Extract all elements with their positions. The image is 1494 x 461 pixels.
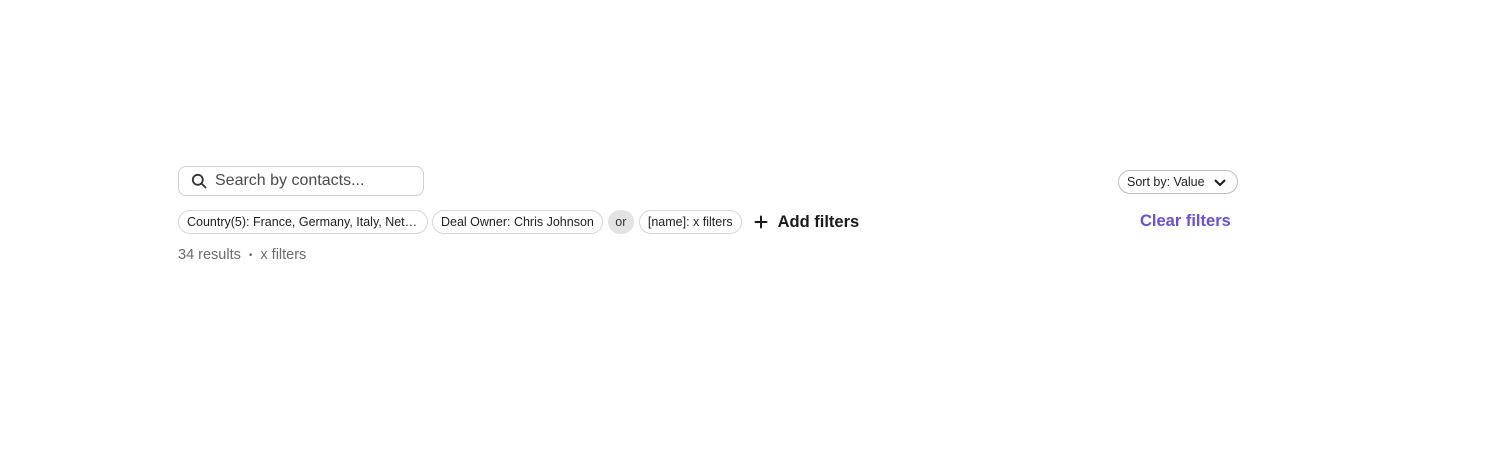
filter-chip-name[interactable]: [name]: x filters (638, 210, 742, 234)
filter-chip-label: Country(5): France, Germany, Italy, Neth… (187, 215, 419, 229)
sort-dropdown[interactable]: Sort by: Value (1118, 170, 1238, 194)
chevron-down-icon (1213, 176, 1227, 190)
filter-chip-deal-owner[interactable]: Deal Owner: Chris Johnson (432, 210, 603, 234)
filter-chip-country[interactable]: Country(5): France, Germany, Italy, Neth… (178, 210, 428, 234)
search-field[interactable] (178, 166, 424, 196)
or-connector[interactable]: or (607, 210, 634, 234)
plus-icon (754, 215, 768, 229)
clear-filters-button[interactable]: Clear filters (1140, 212, 1231, 231)
results-filters: x filters (260, 247, 307, 263)
results-count: 34 results (178, 247, 241, 263)
filter-toolbar: Sort by: Value Country(5): France, Germa… (0, 0, 1494, 461)
search-input[interactable] (215, 172, 405, 190)
add-filters-label: Add filters (777, 212, 860, 231)
results-summary: 34 results • x filters (178, 247, 306, 263)
search-icon (191, 173, 207, 189)
sort-label: Sort by: Value (1127, 175, 1205, 189)
active-filters: Country(5): France, Germany, Italy, Neth… (178, 210, 859, 234)
filter-chip-label: Deal Owner: Chris Johnson (441, 215, 594, 229)
add-filters-button[interactable]: Add filters (754, 212, 860, 232)
separator-dot: • (248, 249, 253, 261)
filter-chip-label: [name]: x filters (647, 215, 733, 229)
